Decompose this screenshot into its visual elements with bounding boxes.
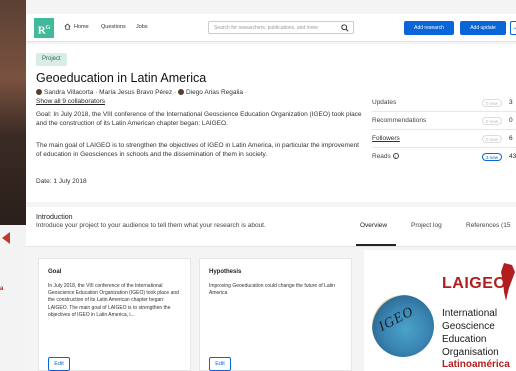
stat-new-badge: 3 new <box>482 153 503 161</box>
project-image: IGEO LAIGEO International Geoscience Edu… <box>364 250 516 371</box>
project-main-goal: The main goal of LAIGEO is to strengthen… <box>36 142 359 158</box>
show-all-collaborators-link[interactable]: Show all 9 collaborators <box>36 98 105 105</box>
goal-card: Goal In July 2018, the VIII conference o… <box>38 258 191 371</box>
project-header: Project Geoeducation in Latin America Sa… <box>26 44 516 202</box>
background-text: a <box>0 286 4 292</box>
stat-recommendations[interactable]: Recommendations 0 new 0 <box>372 112 516 130</box>
stat-new-badge: 0 new <box>482 135 503 143</box>
stat-new-badge: 0 new <box>482 117 503 125</box>
hypothesis-text: Improving Geoeducation could change the … <box>209 283 335 297</box>
author-list: Sandra Villacorta · María Jesus Bravo Pé… <box>36 89 247 96</box>
goal-text: In July 2018, the VIII conference of the… <box>48 283 179 318</box>
chevron-down-icon: ⌄ <box>512 25 516 31</box>
search-icon[interactable] <box>341 24 349 32</box>
project-goal: Goal: In July 2018, the VIII conference … <box>36 111 362 127</box>
stat-label[interactable]: Followers <box>372 135 400 142</box>
stat-value: 43 <box>509 153 516 160</box>
background-photo <box>0 0 26 225</box>
add-update-button[interactable]: Add update <box>460 21 506 35</box>
project-stats: Updates 0 new 3 Recommendations 0 new 0 … <box>372 94 516 166</box>
info-icon[interactable]: i <box>392 153 399 160</box>
stat-followers[interactable]: Followers 0 new 6 <box>372 130 516 148</box>
project-tag: Project <box>36 53 67 66</box>
nav-jobs[interactable]: Jobs <box>136 24 148 30</box>
introduction-prompt[interactable]: Introduce your project to your audience … <box>36 222 266 229</box>
stat-label: Reads i <box>372 153 399 160</box>
search-placeholder: Search for researchers, publications, an… <box>214 25 318 31</box>
hypothesis-card: Hypothesis Improving Geoeducation could … <box>199 258 352 371</box>
author-link[interactable]: María Jesus Bravo Pérez <box>99 89 172 96</box>
project-title: Geoeducation in Latin America <box>36 71 207 85</box>
hypothesis-heading: Hypothesis <box>209 269 242 275</box>
project-date: Date: 1 July 2018 <box>36 178 87 185</box>
logo-line: International <box>442 308 498 319</box>
logo-line: Geoscience <box>442 321 495 332</box>
goal-heading: Goal <box>48 269 62 275</box>
search-input[interactable]: Search for researchers, publications, an… <box>208 21 354 34</box>
nav-questions[interactable]: Questions <box>101 24 126 30</box>
stat-label: Recommendations <box>372 117 427 124</box>
edit-goal-button[interactable]: Edit <box>48 357 70 371</box>
logo-line: Education <box>442 334 487 345</box>
stat-reads[interactable]: Reads i 3 new 43 <box>372 148 516 166</box>
background-photo-strip: a <box>0 0 26 371</box>
background-page <box>0 225 26 371</box>
stat-updates[interactable]: Updates 0 new 3 <box>372 94 516 112</box>
add-research-button[interactable]: Add research <box>404 21 454 35</box>
more-menu-button[interactable]: ⌄ <box>510 21 516 35</box>
avatar[interactable] <box>177 89 184 96</box>
logo-line: Organisation <box>442 347 499 358</box>
stat-value: 0 <box>509 117 513 124</box>
top-navigation-bar: RG Home Questions Jobs Search for resear… <box>26 14 516 42</box>
stat-new-badge: 0 new <box>482 99 503 107</box>
home-icon[interactable] <box>64 23 71 30</box>
tab-references[interactable]: References (15 <box>466 222 510 229</box>
author-link[interactable]: Sandra Villacorta <box>44 89 93 96</box>
stat-value: 3 <box>509 99 513 106</box>
stat-value: 6 <box>509 135 513 142</box>
logo-latinoamerica: Latinoamérica <box>442 359 510 370</box>
stat-label: Updates <box>372 99 397 106</box>
edit-hypothesis-button[interactable]: Edit <box>209 357 231 371</box>
laigeo-logo-text: LAIGEO <box>442 275 507 292</box>
active-tab-indicator <box>356 244 396 246</box>
tab-project-log[interactable]: Project log <box>411 222 442 229</box>
nav-home[interactable]: Home <box>74 24 89 30</box>
introduction-section: Introduction Introduce your project to y… <box>26 207 516 247</box>
tab-overview[interactable]: Overview <box>360 222 387 229</box>
researchgate-window: RG Home Questions Jobs Search for resear… <box>26 0 516 371</box>
introduction-heading: Introduction <box>36 214 73 221</box>
avatar[interactable] <box>36 89 42 96</box>
red-arrow-icon <box>2 232 10 244</box>
author-link[interactable]: Diego Arias Regalia <box>186 89 243 96</box>
researchgate-logo[interactable]: RG <box>34 18 54 38</box>
